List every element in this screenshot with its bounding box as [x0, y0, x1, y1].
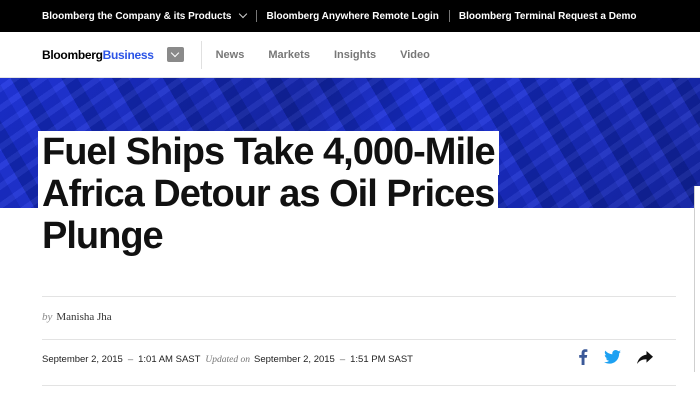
- menu-dropdown-button[interactable]: [166, 47, 184, 62]
- share-arrow-icon[interactable]: [637, 350, 653, 364]
- logo-main-text: Bloomberg: [42, 47, 103, 62]
- updated-time: 1:51 PM SAST: [350, 354, 413, 365]
- headline-line-3: Plunge: [38, 215, 167, 259]
- chevron-down-icon: [239, 9, 248, 19]
- nav-link-video[interactable]: Video: [400, 49, 430, 61]
- byline: by Manisha Jha: [42, 311, 112, 323]
- headline-line-2: Africa Detour as Oil Prices: [38, 173, 499, 217]
- terminal-demo-label: Bloomberg Terminal Request a Demo: [458, 10, 637, 22]
- divider: [42, 385, 676, 386]
- anywhere-login-link[interactable]: Bloomberg Anywhere Remote Login: [266, 11, 438, 22]
- nav-link-news[interactable]: News: [216, 49, 245, 61]
- side-panel-edge: [694, 186, 700, 372]
- dateline: September 2, 2015 – 1:01 AM SAST Updated…: [42, 354, 413, 365]
- top-utility-bar: Bloomberg the Company & its Products Blo…: [0, 0, 700, 32]
- divider: [42, 339, 676, 340]
- updated-label: Updated on: [205, 354, 251, 365]
- nav-divider: [200, 40, 202, 69]
- nav-link-insights[interactable]: Insights: [334, 49, 376, 61]
- logo-accent-text: Business: [102, 47, 154, 62]
- divider: [42, 296, 676, 297]
- byline-prefix: by: [42, 311, 53, 323]
- updated-date: September 2, 2015: [254, 354, 335, 365]
- bloomberg-business-logo[interactable]: BloombergBusiness: [42, 48, 154, 62]
- published-date: September 2, 2015: [42, 354, 123, 365]
- terminal-demo-link[interactable]: Bloomberg Terminal Request a Demo: [459, 11, 637, 22]
- divider: [448, 10, 450, 22]
- company-products-label: Bloomberg the Company & its Products: [42, 10, 232, 22]
- nav-link-markets[interactable]: Markets: [268, 49, 310, 61]
- author-link[interactable]: Manisha Jha: [56, 311, 111, 323]
- main-navbar: BloombergBusiness News Markets Insights …: [0, 32, 700, 78]
- twitter-icon[interactable]: [604, 350, 621, 364]
- dash: –: [127, 354, 134, 365]
- divider: [256, 10, 258, 22]
- article-headline: Fuel Ships Take 4,000-Mile Africa Detour…: [38, 131, 642, 259]
- anywhere-login-label: Bloomberg Anywhere Remote Login: [266, 10, 439, 22]
- company-products-link[interactable]: Bloomberg the Company & its Products: [42, 9, 248, 22]
- share-toolbar: [578, 349, 669, 365]
- dash: –: [339, 354, 346, 365]
- headline-line-1: Fuel Ships Take 4,000-Mile: [38, 131, 499, 175]
- published-time: 1:01 AM SAST: [138, 354, 201, 365]
- facebook-icon[interactable]: [578, 349, 588, 365]
